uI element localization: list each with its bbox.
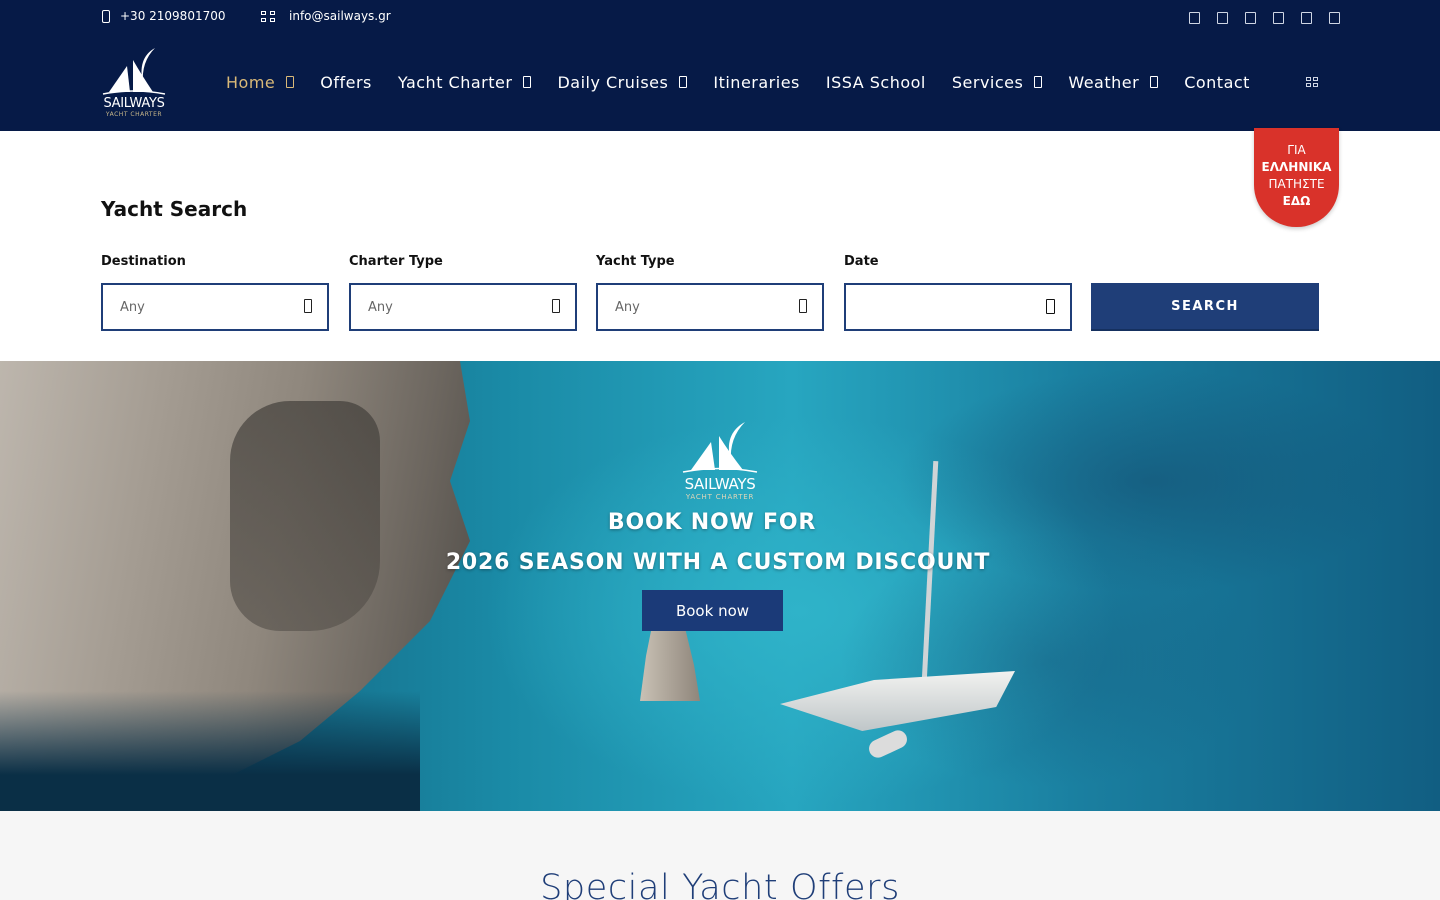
hero-logo-name: SAILWAYS — [684, 475, 756, 493]
nav-label: Services — [951, 72, 1024, 92]
nav-item-itineraries[interactable]: Itineraries — [713, 73, 800, 92]
nav-item-daily-cruises[interactable]: Daily Cruises — [557, 72, 688, 92]
youtube-icon[interactable] — [1273, 12, 1284, 24]
badge-line: ΕΔΩ — [1282, 194, 1311, 208]
offers-title: Special Yacht Offers — [540, 868, 900, 900]
hero-subheadline: 2026 SEASON WITH A CUSTOM DISCOUNT — [445, 550, 991, 575]
charter-type-value: Any — [368, 299, 393, 315]
calendar-icon — [1046, 299, 1055, 314]
chevron-down-icon — [1150, 76, 1159, 88]
sailboat-mast — [920, 461, 939, 701]
site-header: +30 2109801700 info@sailways.gr SAILWAYS… — [0, 0, 1440, 131]
nav-label: Daily Cruises — [557, 72, 669, 92]
destination-select[interactable]: Any — [101, 283, 329, 331]
nav-item-services[interactable]: Services — [951, 72, 1043, 92]
site-logo[interactable]: SAILWAYS YACHT CHARTER — [97, 44, 171, 120]
nav-item-yacht-charter[interactable]: Yacht Charter — [398, 73, 532, 92]
nav-item-home[interactable]: Home — [226, 72, 295, 92]
chevron-down-icon — [1034, 76, 1043, 88]
sail-logo-icon — [102, 48, 166, 95]
top-bar: +30 2109801700 info@sailways.gr — [0, 0, 1440, 36]
sail-logo-icon — [682, 422, 758, 473]
chevron-down-icon — [679, 76, 688, 88]
nav-label: Yacht Charter — [397, 72, 513, 92]
yacht-type-select[interactable]: Any — [596, 283, 824, 331]
main-nav: Home Offers Yacht Charter Daily Cruises … — [226, 70, 1276, 94]
yacht-type-label: Yacht Type — [596, 254, 675, 269]
date-label: Date — [844, 254, 879, 269]
charter-type-label: Charter Type — [349, 254, 443, 269]
greek-language-badge[interactable]: ΓΙΑ ΕΛΛΗΝΙΚΑ ΠΑΤΗΣΤΕ ΕΔΩ — [1254, 128, 1339, 227]
nav-item-weather[interactable]: Weather — [1068, 72, 1159, 92]
badge-line: ΕΛΛΗΝΙΚΑ — [1261, 160, 1332, 174]
destination-label: Destination — [101, 254, 186, 269]
nav-item-issa-school[interactable]: ISSA School — [826, 73, 926, 92]
hero-logo-tagline: YACHT CHARTER — [685, 493, 755, 501]
search-title: Yacht Search — [101, 197, 248, 221]
nav-item-contact[interactable]: Contact — [1184, 73, 1250, 92]
logo-name: SAILWAYS — [103, 96, 165, 111]
badge-line: ΓΙΑ — [1287, 143, 1306, 157]
envelope-icon — [261, 10, 275, 22]
chevron-down-icon — [799, 299, 807, 313]
hero-logo: SAILWAYS YACHT CHARTER — [675, 418, 765, 503]
charter-type-select[interactable]: Any — [349, 283, 577, 331]
facebook-icon[interactable] — [1189, 12, 1200, 24]
nav-label: Contact — [1184, 72, 1250, 92]
date-input[interactable] — [844, 283, 1072, 331]
dinghy-image — [866, 727, 910, 761]
email-link[interactable]: info@sailways.gr — [261, 9, 391, 23]
nav-label: Offers — [320, 72, 372, 92]
badge-line: ΠΑΤΗΣΤΕ — [1268, 177, 1325, 191]
nav-label: ISSA School — [825, 72, 926, 92]
special-offers-section: Special Yacht Offers — [0, 811, 1440, 900]
nav-label: Weather — [1068, 72, 1140, 92]
yacht-type-value: Any — [615, 299, 640, 315]
chevron-down-icon — [304, 299, 312, 313]
chevron-down-icon — [523, 76, 532, 88]
chevron-down-icon — [286, 76, 295, 88]
nav-label: Home — [226, 72, 276, 92]
search-button[interactable]: SEARCH — [1091, 283, 1319, 331]
hero-headline: BOOK NOW FOR — [607, 510, 817, 535]
instagram-icon[interactable] — [1217, 12, 1228, 24]
sailboat-hull — [780, 671, 1015, 731]
linkedin-icon[interactable] — [1301, 12, 1312, 24]
cliff-water-shadow — [0, 691, 420, 811]
tripadvisor-icon[interactable] — [1329, 12, 1340, 24]
book-now-button[interactable]: Book now — [642, 590, 783, 631]
phone-number: +30 2109801700 — [120, 9, 226, 23]
phone-icon — [102, 9, 110, 23]
phone-link[interactable]: +30 2109801700 — [102, 9, 226, 23]
nav-label: Itineraries — [713, 72, 800, 92]
twitter-icon[interactable] — [1245, 12, 1256, 24]
menu-grid-icon[interactable] — [1306, 77, 1318, 87]
logo-tagline: YACHT CHARTER — [105, 111, 163, 118]
email-address: info@sailways.gr — [289, 9, 391, 23]
destination-value: Any — [120, 299, 145, 315]
social-links — [1189, 12, 1340, 24]
chevron-down-icon — [552, 299, 560, 313]
nav-item-offers[interactable]: Offers — [320, 73, 372, 92]
